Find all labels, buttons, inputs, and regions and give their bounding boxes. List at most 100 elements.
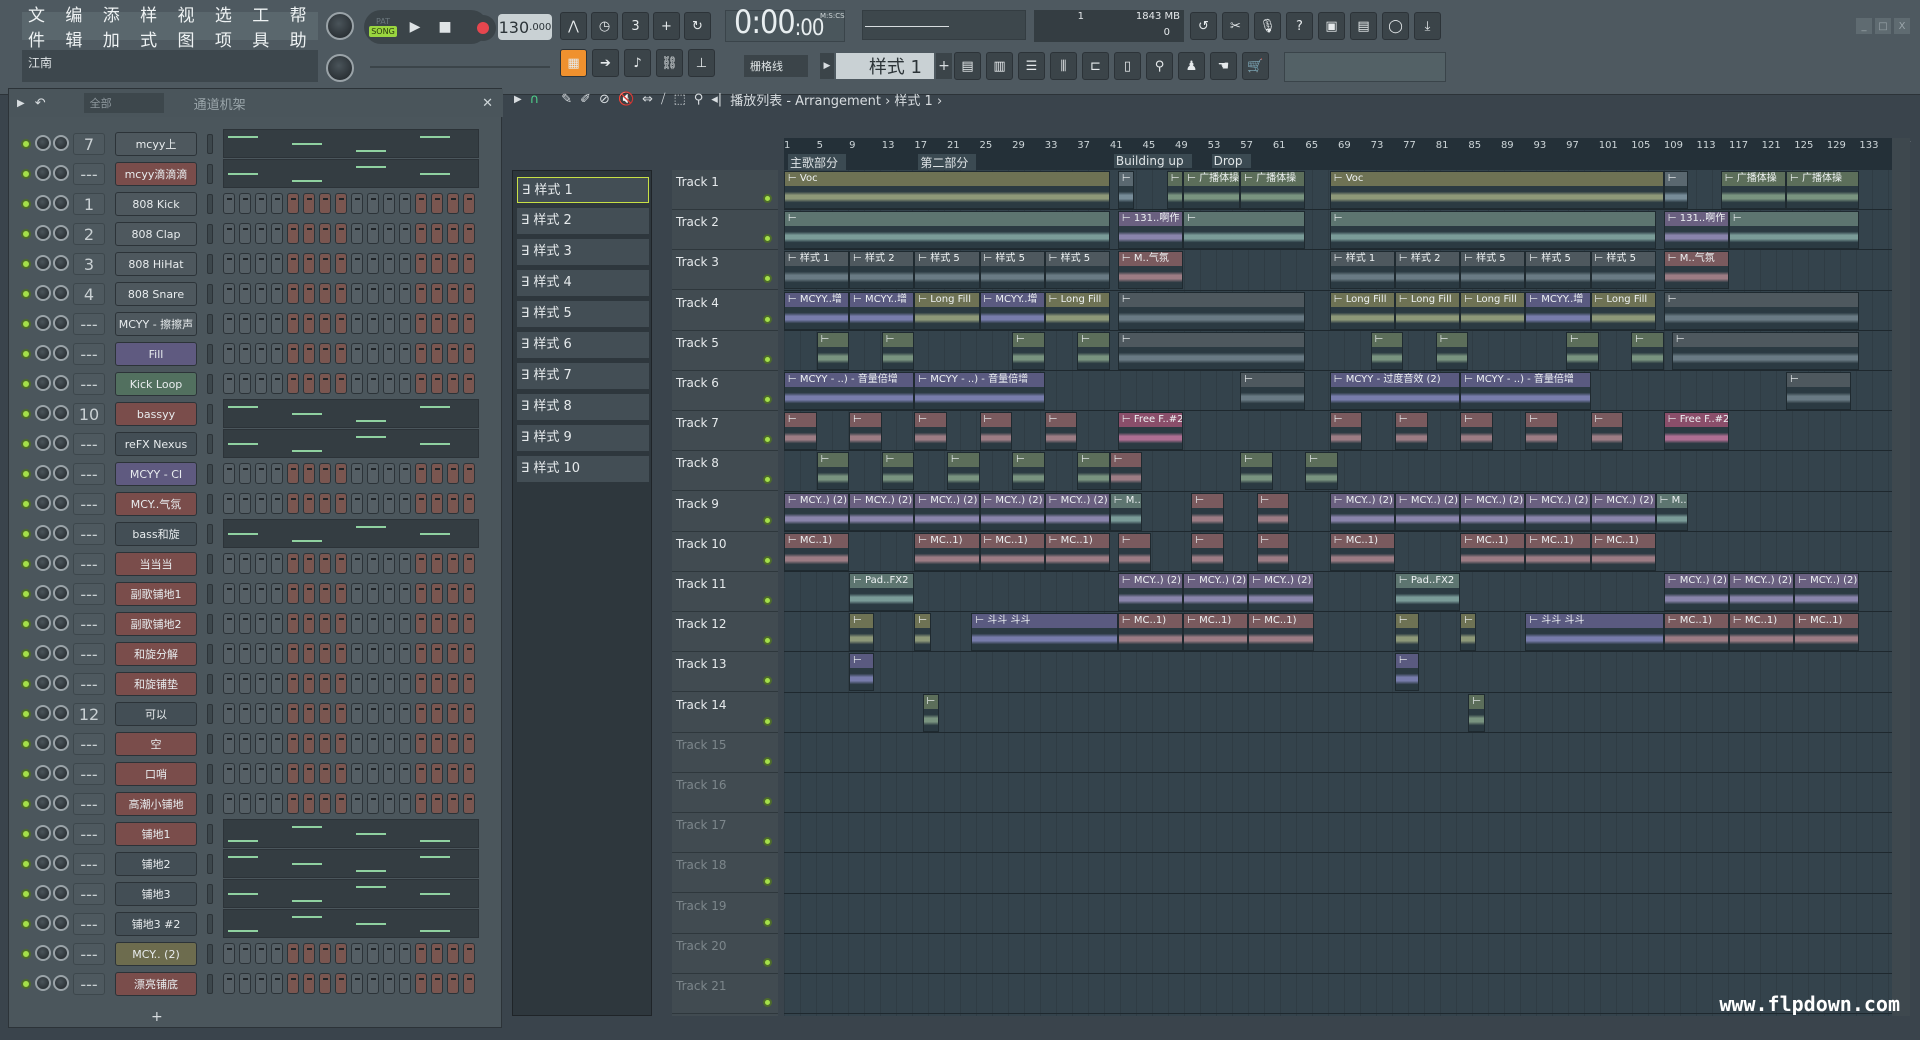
step-button[interactable] (383, 943, 395, 964)
record-button[interactable] (470, 15, 496, 41)
channel-volume-knob[interactable] (53, 465, 69, 481)
track-enable-led[interactable] (763, 194, 772, 203)
channel-pan-knob[interactable] (35, 735, 51, 751)
step-button[interactable] (223, 763, 235, 784)
step-button[interactable] (287, 553, 299, 574)
cut-icon[interactable]: ✂ (1222, 12, 1249, 40)
playlist-clip[interactable]: ⊢ 斗斗 斗斗 (1525, 613, 1664, 652)
playlist-clip[interactable]: ⊢ (1631, 331, 1664, 370)
channel-select[interactable] (207, 584, 213, 604)
channel-select[interactable] (207, 884, 213, 904)
channel-volume-knob[interactable] (53, 645, 69, 661)
step-button[interactable] (463, 253, 475, 274)
step-button[interactable] (319, 553, 331, 574)
mixer-track-number[interactable]: --- (73, 673, 105, 695)
step-button[interactable] (367, 703, 379, 724)
step-button[interactable] (271, 343, 283, 364)
playlist-clip[interactable]: ⊢ MCYY - ..) - 音量倍增 (1460, 372, 1591, 410)
timeline-marker[interactable]: Drop (1211, 154, 1251, 168)
shop-icon[interactable]: 🛒 (1242, 52, 1269, 80)
playlist-clip[interactable]: ⊢ (1077, 452, 1110, 491)
step-button[interactable] (463, 763, 475, 784)
channel-volume-knob[interactable] (53, 615, 69, 631)
download-icon[interactable]: ⤓ (1414, 12, 1441, 40)
add-pattern-button[interactable]: + (936, 53, 952, 79)
playlist-clip[interactable]: ⊢ MC..1) (1044, 532, 1110, 571)
channel-name-button[interactable]: 口哨 (115, 762, 197, 786)
step-button[interactable] (255, 763, 267, 784)
playlist-clip[interactable]: ⊢ (881, 452, 915, 491)
channel-enable-led[interactable] (21, 379, 31, 389)
mixer-track-number[interactable]: 2 (73, 223, 105, 245)
snap-select[interactable]: 栅格线 (744, 55, 808, 77)
mixer-track-number[interactable]: --- (73, 643, 105, 665)
step-button[interactable] (255, 613, 267, 634)
mixer-track-number[interactable]: --- (73, 613, 105, 635)
step-button[interactable] (367, 373, 379, 394)
playlist-clip[interactable]: ⊢ (1395, 412, 1428, 451)
step-button[interactable] (271, 643, 283, 664)
playlist-clip[interactable]: ⊢ (1183, 211, 1306, 250)
playlist-clip[interactable]: ⊢ (1191, 532, 1224, 571)
step-button[interactable] (367, 463, 379, 484)
track-enable-led[interactable] (763, 998, 772, 1007)
help-icon[interactable]: ? (1286, 12, 1313, 40)
playlist-clip[interactable]: ⊢ MCY..) (2) (1460, 492, 1526, 531)
step-button[interactable] (303, 943, 315, 964)
step-button[interactable] (367, 493, 379, 514)
playlist-clip[interactable]: ⊢ 广播体操 (1183, 171, 1241, 209)
step-button[interactable] (239, 343, 251, 364)
channel-enable-led[interactable] (21, 409, 31, 419)
mixer-track-number[interactable]: --- (73, 793, 105, 815)
mixer-track-number[interactable]: --- (73, 823, 105, 845)
channel-pan-knob[interactable] (35, 285, 51, 301)
step-button[interactable] (303, 613, 315, 634)
playlist-clip[interactable]: ⊢ (1077, 331, 1110, 370)
playlist-clip[interactable]: ⊢ Long Fill (914, 291, 980, 330)
playlist-clip[interactable]: ⊢ (922, 693, 939, 732)
playlist-clip[interactable]: ⊢ (1118, 291, 1306, 330)
step-button[interactable] (367, 793, 379, 814)
playlist-clip[interactable]: ⊢ 样式 2 (1395, 251, 1461, 290)
step-button[interactable] (319, 973, 331, 994)
step-button[interactable] (367, 553, 379, 574)
step-button[interactable] (239, 223, 251, 244)
playback-tool-icon[interactable]: ◂| (711, 92, 722, 107)
playlist-clip[interactable]: ⊢ Voc (1329, 171, 1664, 209)
track-enable-led[interactable] (763, 475, 772, 485)
playlist-clip[interactable]: ⊢ MCYY..增 (1525, 291, 1591, 330)
step-button[interactable] (303, 763, 315, 784)
track-header[interactable]: Track 6 (672, 371, 778, 411)
channel-pan-knob[interactable] (35, 555, 51, 571)
playlist-clip[interactable]: ⊢ MC..1) (1729, 613, 1795, 652)
step-button[interactable] (223, 493, 235, 514)
step-button[interactable] (431, 943, 443, 964)
mixer-track-number[interactable]: 3 (73, 253, 105, 275)
step-button[interactable] (303, 343, 315, 364)
timeline-ruler[interactable]: 1 5 9 13 17 21 25 29 33 37 41 45 49 53 57 61 65 69 73 77 81 8… (784, 138, 1911, 154)
menu-item-5[interactable]: 选项 (215, 1, 243, 51)
paint-tool-icon[interactable]: ✐ (580, 92, 591, 107)
playlist-clip[interactable]: ⊢ Free F..#2 (1663, 412, 1730, 451)
step-button[interactable] (415, 943, 427, 964)
rack-menu-icon[interactable]: ▶ (17, 98, 25, 109)
mixer-track-number[interactable]: 10 (73, 403, 105, 425)
mixer-track-number[interactable]: 1 (73, 193, 105, 215)
step-button[interactable] (335, 673, 347, 694)
select-tool-icon[interactable]: ⬚ (673, 92, 685, 107)
track-header[interactable]: Track 12 (672, 612, 778, 653)
magnet-icon[interactable]: ∩ (530, 92, 540, 107)
step-button[interactable] (367, 733, 379, 754)
step-button[interactable] (255, 733, 267, 754)
step-button[interactable] (319, 583, 331, 604)
step-button[interactable] (447, 343, 459, 364)
plugin-icon[interactable]: ⚲ (1146, 52, 1173, 80)
playlist-clip[interactable]: ⊢ MC..1) (1329, 532, 1396, 571)
step-button[interactable] (399, 703, 411, 724)
project-icon[interactable]: ▯ (1114, 52, 1141, 80)
playlist-clip[interactable]: ⊢ (1590, 412, 1624, 451)
step-button[interactable] (335, 583, 347, 604)
playlist-clip[interactable]: ⊢ Long Fill (1460, 291, 1526, 330)
channel-pan-knob[interactable] (35, 855, 51, 871)
track-enable-led[interactable] (763, 636, 772, 646)
